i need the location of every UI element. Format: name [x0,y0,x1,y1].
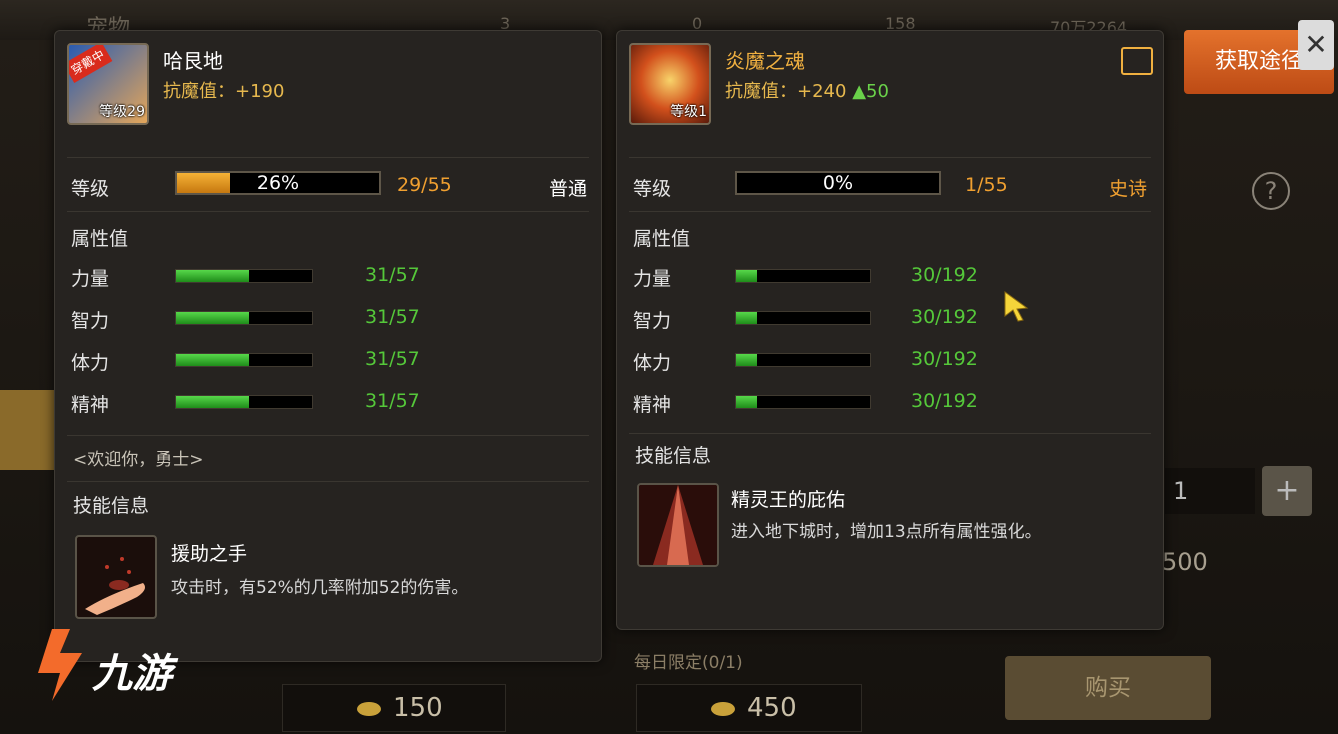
stat-bar [175,269,313,283]
skill-name: 精灵王的庇佑 [731,489,846,511]
stat-value: 31/57 [365,390,420,412]
resist-value: 抗魔值：+190 [163,81,285,102]
resist-increase: ▲50 [852,81,889,102]
quantity-field[interactable]: 1 [1165,468,1255,514]
divider [67,481,589,482]
stat-bar [175,395,313,409]
buy-button[interactable]: 购买 [1005,656,1211,720]
pet-name: 哈艮地 [163,49,223,73]
price-value: 150 [393,693,443,723]
level-progress-bar: 26% [175,171,381,195]
attr-title: 属性值 [71,228,129,250]
stat-label: 力量 [71,268,110,290]
divider [67,157,589,158]
price-left: 150 [282,684,506,732]
price-right: 450 [636,684,862,732]
skill-icon [75,535,157,619]
stat-value: 30/192 [911,306,978,328]
skill-title: 技能信息 [635,445,712,467]
logo-icon [38,629,82,701]
stat-value: 31/57 [365,306,420,328]
equipped-badge: 穿戴中 [69,45,113,83]
stat-bar [735,269,871,283]
logo-text: 九游 [92,651,172,697]
grade-label: 史诗 [1109,178,1148,200]
share-icon[interactable] [1121,47,1153,75]
stat-bar-fill [176,354,250,366]
other-price: 500 [1162,548,1208,576]
stat-bar-fill [176,270,250,282]
level-count: 29/55 [397,174,452,196]
stat-label: 体力 [71,352,110,374]
stat-bar-fill [176,396,250,408]
level-percent: 0% [822,172,854,194]
resist-value: 抗魔值：+240 ▲50 [725,81,889,102]
attr-title: 属性值 [633,228,691,250]
stat-bar [735,395,871,409]
level-label: 等级 [71,178,110,200]
stat-value: 30/192 [911,264,978,286]
coin-icon [711,701,735,716]
avatar-level: 等级1 [670,104,707,120]
price-value: 450 [747,693,797,723]
level-count: 1/55 [965,174,1008,196]
pet-avatar: 等级1 [629,43,711,125]
stat-bar [175,353,313,367]
help-icon[interactable]: ? [1252,172,1290,210]
helping-hand-icon [85,557,145,615]
side-tab[interactable] [0,390,55,470]
stat-bar-fill [736,270,758,282]
divider [67,211,589,212]
close-icon[interactable]: ✕ [1298,20,1334,70]
level-progress-bar: 0% [735,171,941,195]
stat-label: 精神 [71,394,110,416]
left-pet-card: 穿戴中 等级29 哈艮地 抗魔值：+190 等级 26% 29/55 普通 属性… [54,30,602,662]
stat-bar [735,353,871,367]
divider [629,157,1151,158]
stat-bar-fill [736,396,758,408]
stat-bar-fill [736,312,758,324]
welcome-text: <欢迎你，勇士> [73,450,204,470]
plus-button[interactable]: + [1262,466,1312,516]
stat-label: 精神 [633,394,672,416]
skill-desc: 攻击时，有52%的几率附加52的伤害。 [171,578,469,598]
divider [67,435,589,436]
pet-name: 炎魔之魂 [725,49,805,73]
stat-label: 体力 [633,352,672,374]
skill-desc: 进入地下城时，增加13点所有属性强化。 [731,522,1042,542]
light-beam-icon [639,485,717,565]
stat-label: 智力 [633,310,672,332]
pet-avatar: 穿戴中 等级29 [67,43,149,125]
stat-bar [175,311,313,325]
stat-label: 力量 [633,268,672,290]
skill-name: 援助之手 [171,543,248,565]
stat-bar [735,311,871,325]
stat-value: 31/57 [365,264,420,286]
avatar-level: 等级29 [99,104,145,120]
stat-bar-fill [736,354,758,366]
stat-value: 31/57 [365,348,420,370]
stat-value: 30/192 [911,348,978,370]
stat-bar-fill [176,312,250,324]
divider [629,433,1151,434]
right-pet-card: 等级1 炎魔之魂 抗魔值：+240 ▲50 等级 0% 1/55 史诗 属性值 … [616,30,1164,630]
grade-label: 普通 [549,178,588,200]
divider [629,211,1151,212]
level-percent: 26% [256,172,300,194]
skill-title: 技能信息 [73,495,150,517]
skill-icon [637,483,719,567]
stat-value: 30/192 [911,390,978,412]
stat-label: 智力 [71,310,110,332]
coin-icon [357,701,381,716]
level-label: 等级 [633,178,672,200]
daily-limit: 每日限定(0/1) [634,653,743,673]
cursor-icon [1004,291,1029,322]
